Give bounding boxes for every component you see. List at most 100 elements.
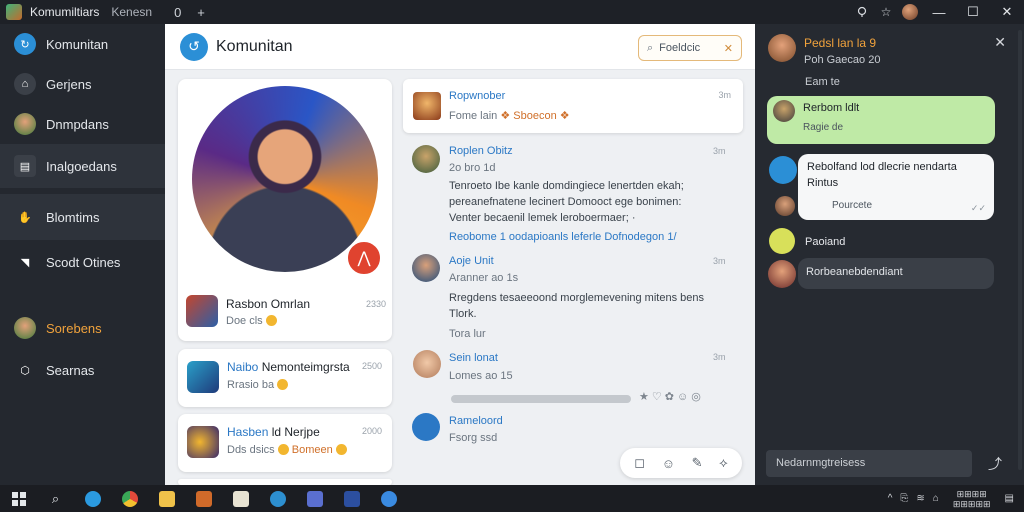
post-meta: Lomes ao 15 bbox=[449, 370, 513, 382]
chat-bubble-title: Rorbeanebdendiant bbox=[806, 266, 903, 278]
send-icon[interactable]: ⤴ bbox=[980, 450, 1010, 477]
post-meta: Fsorg ssd bbox=[449, 432, 498, 444]
sidebar-item-dnmpdans[interactable]: Dnmpdans bbox=[0, 104, 165, 144]
sidebar-item-gerjens[interactable]: ⌂ Gerjens bbox=[0, 64, 165, 104]
post-time: 3m bbox=[713, 352, 726, 362]
sidebar-item-inalgoedans[interactable]: ▤ Inalgoedans bbox=[0, 144, 165, 188]
feed-author[interactable]: Ropwnober bbox=[449, 90, 505, 102]
sidebar-item-label: Inalgoedans bbox=[46, 158, 117, 174]
notification-icon[interactable]: ▤ bbox=[1005, 493, 1014, 504]
sidebar-item-label: Scodt Otines bbox=[46, 254, 121, 270]
close-button[interactable]: ✕ bbox=[990, 0, 1024, 24]
sidebar-item-blomtims[interactable]: ✋ Blomtims bbox=[0, 194, 165, 240]
post-footer-link[interactable]: Reobome 1 oodapioanls leferle Dofnodegon… bbox=[449, 231, 677, 243]
title-bar: Komumiltiars Kenesn 0 + ☆ — ☐ ✕ bbox=[0, 0, 1024, 24]
profile-name: Rasbon Omrlan bbox=[226, 297, 311, 311]
search-label: Foeldcic bbox=[659, 42, 701, 54]
minimize-button[interactable]: — bbox=[922, 0, 956, 24]
read-receipt-icon: ✓✓ bbox=[970, 203, 986, 213]
smile-icon: ☺ bbox=[676, 391, 692, 403]
post-body-line: pereanefnatene lecinert Domooct ege boni… bbox=[449, 196, 682, 208]
chat-contact-status: Poh Gaecao 20 bbox=[804, 54, 881, 66]
hand-icon: ✋ bbox=[18, 211, 32, 224]
tray-icon[interactable]: ⎘ bbox=[900, 493, 908, 504]
list-item-sub: Rrasio ba bbox=[227, 379, 289, 391]
group-icon: ▤ bbox=[14, 155, 36, 177]
avatar bbox=[773, 100, 795, 122]
post-actions[interactable]: ★♡✿☺◎ bbox=[639, 390, 704, 403]
app-icon[interactable] bbox=[333, 485, 370, 512]
emoji-icon[interactable]: ☺ bbox=[662, 456, 675, 471]
star-icon[interactable]: ☆ bbox=[874, 0, 898, 24]
close-icon[interactable]: ✕ bbox=[994, 34, 1006, 51]
clock[interactable]: ⊞⊞⊞⊞ ⊞⊞⊞⊞⊞ bbox=[953, 489, 991, 509]
post-author[interactable]: Rameloord bbox=[449, 415, 503, 427]
pen-icon[interactable]: ✎ bbox=[692, 455, 703, 471]
post-author[interactable]: Sein lonat bbox=[449, 352, 498, 364]
window-subtitle: Kenesn bbox=[111, 5, 153, 19]
chrome-icon[interactable] bbox=[111, 485, 148, 512]
tab-strip: 0 + bbox=[174, 5, 205, 20]
globe-icon[interactable] bbox=[259, 485, 296, 512]
user-avatar[interactable] bbox=[902, 4, 918, 20]
tray-icon[interactable]: ≋ bbox=[916, 493, 924, 504]
search-button[interactable]: ⌕ Foeldcic ✕ bbox=[638, 35, 742, 61]
avatar bbox=[412, 254, 440, 282]
folder-icon[interactable] bbox=[148, 485, 185, 512]
avatar bbox=[775, 196, 795, 216]
chat-bubble-title: Rerbom ldlt bbox=[803, 102, 860, 114]
avatar bbox=[413, 350, 441, 378]
coin-icon bbox=[265, 315, 277, 326]
edge-icon[interactable] bbox=[74, 485, 111, 512]
app-icon[interactable] bbox=[185, 485, 222, 512]
maximize-button[interactable]: ☐ bbox=[956, 0, 990, 24]
post-body-line: Tenroeto Ibe kanle domdingiece lenertden… bbox=[449, 180, 684, 192]
post-time: 3m bbox=[713, 256, 726, 266]
coin-icon bbox=[335, 444, 347, 455]
avatar bbox=[413, 92, 441, 120]
chat-input[interactable]: Nedarnmgtreisess bbox=[766, 450, 972, 477]
list-item[interactable]: Hasben ld Nerjpe Dds dsics Bomeen 2000 bbox=[178, 414, 392, 472]
sidebar-item-label: Blomtims bbox=[46, 209, 100, 225]
windows-icon[interactable] bbox=[0, 485, 37, 512]
avatar-icon bbox=[14, 113, 36, 135]
chat-bubble-sub: Ragie de bbox=[803, 122, 844, 133]
post-author[interactable]: Aoje Unit bbox=[449, 255, 494, 267]
flower-icon: ✿ bbox=[664, 391, 677, 403]
feed-time: 3m bbox=[718, 90, 731, 100]
photos-icon[interactable] bbox=[296, 485, 333, 512]
bulb-icon[interactable] bbox=[850, 0, 874, 24]
sidebar-item-label: Dnmpdans bbox=[46, 116, 109, 132]
new-tab-button[interactable]: + bbox=[197, 5, 205, 20]
share-icon[interactable]: ⟡ bbox=[719, 455, 728, 471]
feed-header-card[interactable]: Ropwnober Fome lain ❖ Sboecon ❖ 3m bbox=[403, 79, 743, 133]
sidebar-item-komunitan[interactable]: ↻ Komunitan bbox=[0, 24, 165, 64]
coin-icon bbox=[277, 379, 289, 390]
profile-row[interactable]: Rasbon Omrlan Doe cls 2330 bbox=[186, 293, 386, 333]
tray-chevron-icon[interactable]: ^ bbox=[888, 493, 893, 504]
sidebar-item-sorebens[interactable]: Sorebens bbox=[0, 308, 165, 348]
star-icon: ★ bbox=[639, 391, 652, 403]
chat-bubble: Rebolfand lod dlecrie nendarta Rintus Po… bbox=[798, 154, 994, 220]
chat-timestamp: Eam te bbox=[805, 76, 840, 88]
tab-glyph[interactable]: 0 bbox=[174, 5, 181, 20]
tray-icon[interactable]: ⌂ bbox=[933, 493, 939, 504]
sidebar-item-label: Komunitan bbox=[46, 36, 109, 52]
home-icon: ⌂ bbox=[14, 73, 36, 95]
coin-icon bbox=[277, 444, 289, 455]
target-icon: ◎ bbox=[691, 391, 704, 403]
sidebar-item-label: Searnas bbox=[46, 362, 95, 378]
app-icon[interactable] bbox=[370, 485, 407, 512]
sidebar-item-scodt-otines[interactable]: ◥ Scodt Otines bbox=[0, 242, 165, 282]
sidebar-item-searnas[interactable]: ⬡ Searnas bbox=[0, 350, 165, 390]
avatar bbox=[768, 260, 796, 288]
search-icon[interactable]: ⌕ bbox=[37, 485, 74, 512]
doc-icon[interactable] bbox=[222, 485, 259, 512]
list-item-sub: Dds dsics Bomeen bbox=[227, 444, 347, 456]
list-item[interactable]: Naibo Nemonteimgrsta Rrasio ba 2500 bbox=[178, 349, 392, 407]
note-icon[interactable]: ◻ bbox=[634, 455, 645, 471]
chat-contact-name[interactable]: Pedsl lan la 9 bbox=[804, 36, 876, 50]
post-author[interactable]: Roplen Obitz bbox=[449, 145, 513, 157]
profile-card[interactable]: ⋀ Rasbon Omrlan Doe cls 2330 bbox=[178, 79, 392, 341]
chat-scrollbar[interactable] bbox=[1018, 30, 1022, 470]
